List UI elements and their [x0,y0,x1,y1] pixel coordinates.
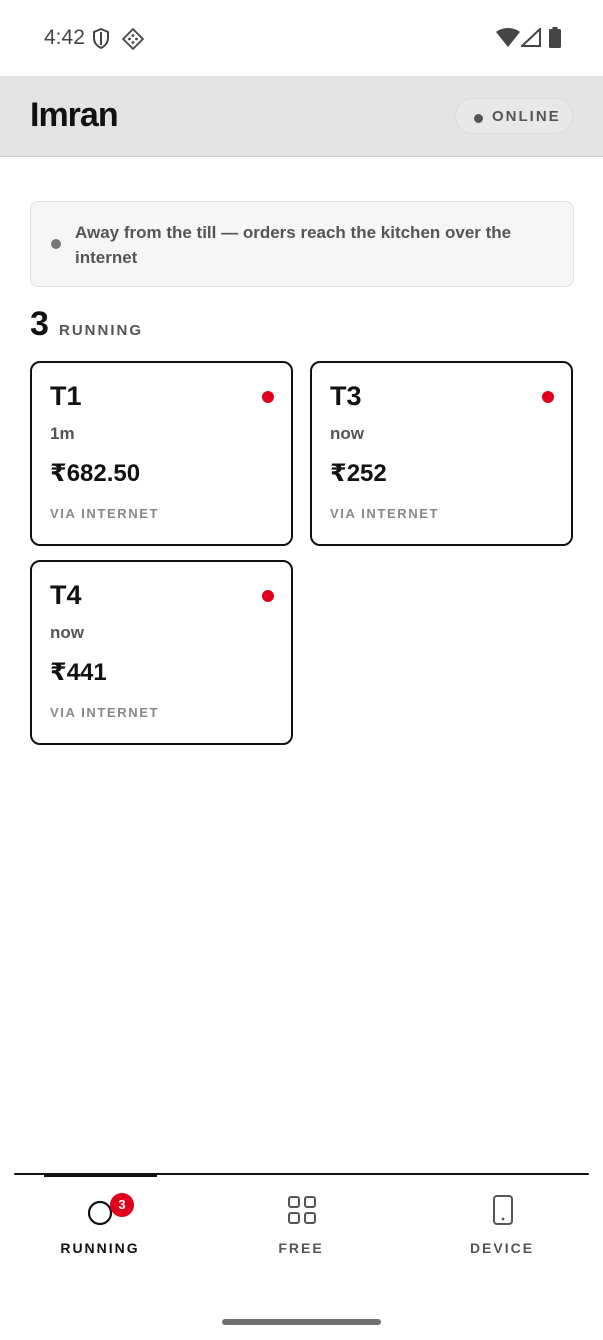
app-header: Imran ONLINE [0,76,603,157]
info-banner: Away from the till — orders reach the ki… [30,201,574,287]
phone-icon [493,1195,513,1225]
nav-active-indicator [44,1173,157,1177]
table-elapsed-time: 1m [50,424,75,443]
table-card-t4[interactable]: T4 now ₹441 VIA INTERNET [30,560,293,745]
running-count-badge: 3 [110,1193,134,1217]
page-title: Imran [30,96,119,134]
status-dot-icon [474,114,483,123]
grid-icon [288,1196,316,1224]
nav-tab-running[interactable]: 3 RUNNING [0,1183,200,1273]
nav-tab-device[interactable]: DEVICE [402,1183,602,1273]
live-dot-icon [262,590,274,602]
table-elapsed-time: now [50,623,84,642]
table-source: VIA INTERNET [50,506,160,521]
table-card-t1[interactable]: T1 1m ₹682.50 VIA INTERNET [30,361,293,546]
nav-tab-free-label: FREE [278,1240,324,1256]
live-dot-icon [262,391,274,403]
status-time: 4:42 [44,26,85,49]
shield-icon [93,28,109,49]
home-indicator[interactable] [222,1319,381,1325]
running-label: RUNNING [59,322,143,339]
nav-tab-running-label: RUNNING [60,1240,140,1256]
diamond-grid-icon [122,28,144,50]
table-card-t3[interactable]: T3 now ₹252 VIA INTERNET [310,361,573,546]
running-count: 3 [30,305,49,343]
live-dot-icon [542,391,554,403]
cell-signal-icon [521,28,541,47]
status-bar: 4:42 [0,0,603,76]
bullet-dot-icon [51,239,61,249]
table-name: T1 [50,381,82,411]
table-source: VIA INTERNET [50,705,160,720]
table-source: VIA INTERNET [330,506,440,521]
nav-tab-device-label: DEVICE [469,1240,535,1256]
status-label: ONLINE [492,108,561,125]
table-name: T3 [330,381,362,411]
table-amount: ₹682.50 [50,460,141,487]
table-elapsed-time: now [330,424,364,443]
table-amount: ₹252 [330,460,387,487]
nav-tab-free[interactable]: FREE [201,1183,401,1273]
info-banner-text: Away from the till — orders reach the ki… [75,223,512,267]
table-name: T4 [50,580,82,610]
wifi-icon [496,28,520,47]
status-badge: ONLINE [455,98,573,134]
table-amount: ₹441 [50,659,107,686]
bottom-nav: 3 RUNNING FREE DEVICE [0,1173,603,1283]
battery-icon [549,27,561,48]
